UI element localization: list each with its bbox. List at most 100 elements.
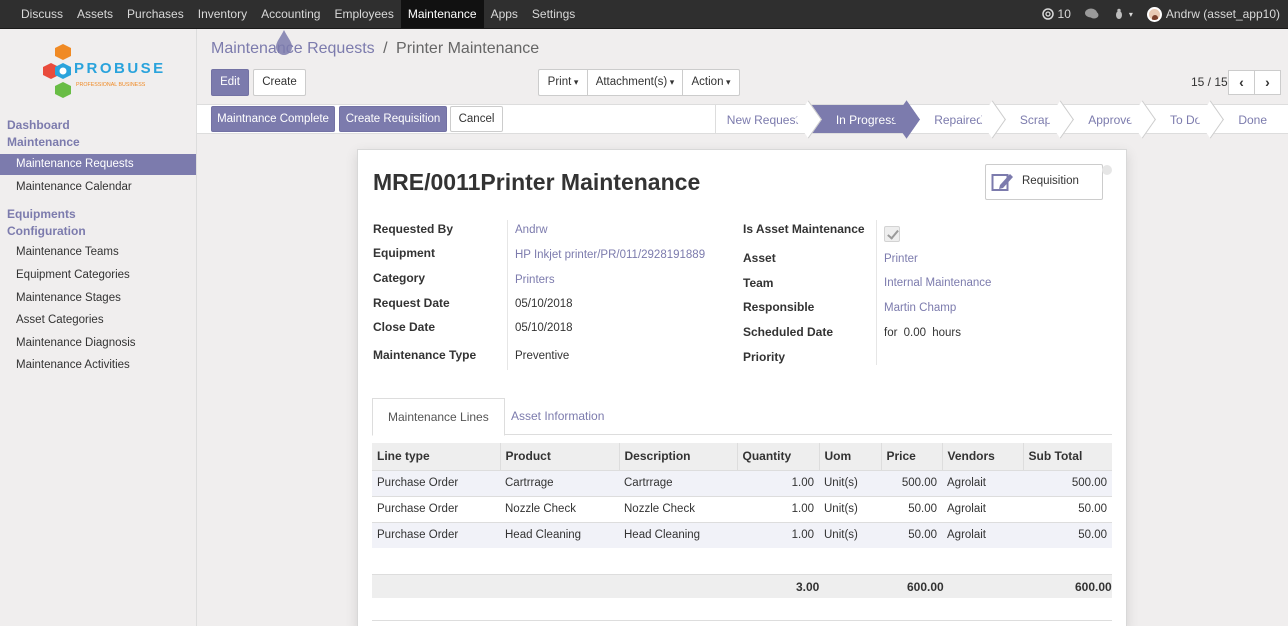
col-line-type[interactable]: Line type	[372, 443, 500, 470]
cell-quantity: 1.00	[737, 495, 819, 522]
create-button[interactable]: Create	[253, 69, 306, 96]
stage-in-progress[interactable]: In Progress	[811, 104, 911, 134]
table-row[interactable]: Purchase Order Cartrrage Cartrrage 1.00 …	[372, 469, 1112, 496]
maintenance-type-label: Maintenance Type	[373, 348, 477, 362]
request-date-label: Request Date	[373, 296, 450, 310]
duration-prefix: for	[884, 327, 898, 339]
print-dropdown[interactable]: Print	[538, 69, 588, 96]
team-label: Team	[743, 276, 774, 290]
breadcrumb-separator: /	[383, 40, 388, 57]
section-equipments-label: Equipments	[7, 207, 76, 221]
total-subtotal: 600.00	[1075, 580, 1112, 594]
at-icon	[1041, 8, 1054, 20]
chat-icon[interactable]	[1084, 8, 1099, 20]
total-price: 600.00	[907, 580, 944, 594]
table-totals-row: 3.00 600.00 600.00	[372, 574, 1112, 598]
tab-asset-information[interactable]: Asset Information	[496, 398, 619, 435]
menu-inventory[interactable]: Inventory	[191, 0, 254, 28]
attachments-dropdown[interactable]: Attachment(s)	[587, 69, 683, 96]
equipment-value[interactable]: HP Inkjet printer/PR/011/2928191889	[515, 249, 705, 261]
debug-menu[interactable]: ▾	[1113, 8, 1133, 20]
sidebar-item-maintenance-requests[interactable]: Maintenance Requests	[0, 154, 196, 175]
breadcrumb: Maintenance Requests / Printer Maintenan…	[211, 40, 539, 58]
cancel-button[interactable]: Cancel	[450, 106, 503, 132]
tab-maintenance-lines[interactable]: Maintenance Lines	[372, 398, 505, 436]
col-description[interactable]: Description	[618, 443, 737, 470]
sidebar-item-maintenance-diagnosis[interactable]: Maintenance Diagnosis	[0, 333, 196, 354]
mentions-button[interactable]: 10	[1041, 7, 1071, 21]
table-row[interactable]: Purchase Order Nozzle Check Nozzle Check…	[372, 495, 1112, 522]
menu-assets[interactable]: Assets	[70, 0, 120, 28]
col-price[interactable]: Price	[880, 443, 942, 470]
cell-subtotal: 50.00	[1023, 521, 1112, 548]
menu-discuss[interactable]: Discuss	[14, 0, 70, 28]
responsible-value[interactable]: Martin Champ	[884, 302, 956, 314]
is-asset-maintenance-checkbox[interactable]	[884, 226, 900, 242]
section-equipments[interactable]: Equipments Configuration	[7, 206, 86, 240]
menu-accounting[interactable]: Accounting	[254, 0, 327, 28]
maintenance-type-value: Preventive	[515, 350, 570, 362]
systray: 10 ▾ Andrw (asset_app10)	[1041, 0, 1280, 28]
menu-purchases[interactable]: Purchases	[120, 0, 191, 28]
maintenance-lines-table: Line type Product Description Quantity U…	[372, 443, 1112, 548]
menu-maintenance[interactable]: Maintenance	[400, 0, 484, 28]
maintenance-complete-button[interactable]: Maintnance Complete	[211, 106, 335, 132]
section-dashboard[interactable]: Dashboard Maintenance	[7, 117, 80, 151]
stage-repaired[interactable]: Repaired	[910, 104, 996, 134]
chevron-right-icon: ›	[1265, 74, 1270, 90]
menu-settings[interactable]: Settings	[525, 0, 582, 28]
requested-by-label: Requested By	[373, 222, 454, 236]
requested-by-value[interactable]: Andrw	[515, 224, 548, 236]
is-asset-maintenance-label: Is Asset Maintenance	[743, 222, 865, 236]
user-name: Andrw (asset_app10)	[1165, 7, 1280, 21]
col-uom[interactable]: Uom	[818, 443, 881, 470]
menu-apps[interactable]: Apps	[484, 0, 525, 28]
edit-icon	[991, 174, 1013, 191]
stage-new-request[interactable]: New Request	[714, 104, 812, 134]
section-configuration-label: Configuration	[7, 224, 86, 238]
avatar	[1146, 6, 1162, 22]
table-row[interactable]: Purchase Order Head Cleaning Head Cleani…	[372, 521, 1112, 548]
cell-quantity: 1.00	[737, 469, 819, 496]
requisition-smart-button[interactable]: Requisition	[985, 164, 1103, 200]
sidebar-item-maintenance-activities[interactable]: Maintenance Activities	[0, 355, 196, 376]
sidebar-item-maintenance-stages[interactable]: Maintenance Stages	[0, 288, 196, 309]
scheduled-date-label: Scheduled Date	[743, 325, 834, 339]
status-dot	[1102, 165, 1112, 175]
cell-product: Nozzle Check	[500, 495, 619, 522]
sidebar-item-maintenance-calendar[interactable]: Maintenance Calendar	[0, 177, 196, 198]
asset-label: Asset	[743, 251, 776, 265]
menu-employees[interactable]: Employees	[327, 0, 400, 28]
close-date-label: Close Date	[373, 320, 436, 334]
cell-quantity: 1.00	[737, 521, 819, 548]
sidebar-item-asset-categories[interactable]: Asset Categories	[0, 310, 196, 331]
col-sub-total[interactable]: Sub Total	[1022, 443, 1112, 470]
cell-price: 50.00	[881, 495, 942, 522]
action-dropdown[interactable]: Action	[682, 69, 740, 96]
sidebar-item-equipment-categories[interactable]: Equipment Categories	[0, 265, 196, 286]
user-menu[interactable]: Andrw (asset_app10)	[1146, 6, 1280, 22]
sidebar-item-maintenance-teams[interactable]: Maintenance Teams	[0, 242, 196, 263]
responsible-label: Responsible	[743, 300, 815, 314]
edit-button[interactable]: Edit	[211, 69, 249, 96]
form-sheet: MRE/0011Printer Maintenance Requisition …	[357, 149, 1127, 626]
team-value[interactable]: Internal Maintenance	[884, 277, 991, 289]
category-value[interactable]: Printers	[515, 274, 555, 286]
loading-drop-icon	[276, 30, 292, 55]
pager-value: 15 / 15	[1191, 75, 1228, 89]
col-vendors[interactable]: Vendors	[941, 443, 1023, 470]
create-requisition-button[interactable]: Create Requisition	[339, 106, 447, 132]
stage-approve[interactable]: Approve	[1064, 104, 1146, 134]
col-product[interactable]: Product	[499, 443, 619, 470]
pager-next-button[interactable]: ›	[1254, 70, 1281, 95]
pager-previous-button[interactable]: ‹	[1228, 70, 1255, 95]
cell-price: 50.00	[881, 521, 942, 548]
asset-value[interactable]: Printer	[884, 253, 918, 265]
company-logo: PROBUSE PROFESSIONAL BUSINESS	[43, 44, 163, 98]
col-quantity[interactable]: Quantity	[736, 443, 819, 470]
cell-vendor: Agrolait	[942, 495, 1023, 522]
category-label: Category	[373, 271, 426, 285]
mentions-count: 10	[1057, 7, 1071, 21]
app-menu: Discuss Assets Purchases Inventory Accou…	[14, 0, 582, 29]
duration-value: 0.00	[903, 327, 927, 339]
